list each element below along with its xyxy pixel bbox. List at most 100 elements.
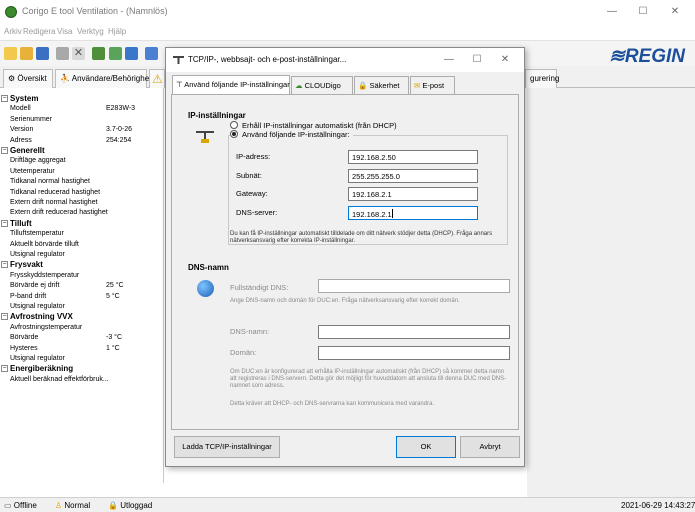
tree-label: Frysskyddstemperatur xyxy=(10,271,80,279)
dns-server-label: DNS-server: xyxy=(236,208,278,217)
tree-label: Serienummer xyxy=(10,115,53,123)
menu-hjalp[interactable]: Hjälp xyxy=(108,27,126,36)
radio-dhcp[interactable]: Erhåll IP-inställningar automatiskt (frå… xyxy=(230,121,397,130)
menu-arkiv[interactable]: Arkiv xyxy=(4,27,22,36)
tree-label: Generellt xyxy=(10,146,45,155)
corigo-app-icon xyxy=(5,6,17,18)
ok-button[interactable]: OK xyxy=(396,436,456,458)
collapse-icon[interactable]: − xyxy=(1,261,8,269)
dialog-maximize-button[interactable]: ☐ xyxy=(464,52,490,68)
connect-icon[interactable] xyxy=(92,47,105,60)
warning-icon[interactable]: ⚠ xyxy=(149,69,165,88)
menu-verktyg[interactable]: Verktyg xyxy=(77,27,104,36)
tree-label: Avfrostningstemperatur xyxy=(10,323,83,331)
users-icon: ⛹ xyxy=(60,74,72,83)
gateway-input[interactable]: 192.168.2.1 xyxy=(348,187,478,201)
subnet-input[interactable]: 255.255.255.0 xyxy=(348,169,478,183)
tab-ip-settings[interactable]: ⊤ Använd följande IP-inställningar xyxy=(172,75,290,95)
minimize-button[interactable]: — xyxy=(599,4,625,20)
download-icon[interactable] xyxy=(109,47,122,60)
app-title: Corigo E tool Ventilation - (Namnlös) xyxy=(22,6,168,16)
tree-label: Börvärde xyxy=(10,334,39,342)
menu-visa[interactable]: Visa xyxy=(57,27,72,36)
collapse-icon[interactable]: − xyxy=(1,147,8,154)
tree-label: Aktuellt börvärde tilluft xyxy=(10,240,79,248)
radio-static-button[interactable] xyxy=(230,130,238,138)
tab-oversikt[interactable]: ⚙ Översikt xyxy=(3,69,53,88)
globe-icon xyxy=(197,280,214,297)
tcpip-dialog: TCP/IP-, webbsajt- och e-post-inställnin… xyxy=(165,47,525,467)
collapse-icon[interactable]: − xyxy=(1,95,8,102)
tree-label: Aktuell beräknad effektförbruk... xyxy=(10,375,109,383)
tree-label: Utsignal regulator xyxy=(10,303,65,310)
tab-konfigurering[interactable]: gurering xyxy=(525,69,559,88)
requirement-info-text: Detta kräver att DHCP- och DNS-servrarna… xyxy=(230,401,435,407)
regin-logo: ≋REGIN xyxy=(608,46,685,67)
network-icon xyxy=(173,56,184,64)
ip-address-input[interactable]: 192.168.2.50 xyxy=(348,150,478,164)
cut-icon[interactable]: ✕ xyxy=(72,47,85,60)
tree-value: 254:254 xyxy=(106,136,132,144)
transfer-icon[interactable] xyxy=(125,47,138,60)
save-icon[interactable] xyxy=(36,47,49,60)
gateway-label: Gateway: xyxy=(236,189,268,198)
tree-label: Utsignal regulator xyxy=(10,355,65,362)
radio-static[interactable]: Använd följande IP-inställningar: xyxy=(230,130,353,139)
login-status: 🔒 Utloggad xyxy=(108,501,153,510)
collapse-icon[interactable]: − xyxy=(1,365,8,373)
tree-label: Börvärde ej drift xyxy=(10,282,60,290)
cloud-icon: ☁ xyxy=(295,81,305,90)
tree-label: Energiberäkning xyxy=(10,364,74,374)
tree-label: Driftläge aggregat xyxy=(10,157,66,165)
menubar: Arkiv Redigera Visa Verktyg Hjälp xyxy=(0,24,695,40)
tree-label: Frysvakt xyxy=(10,260,43,270)
load-tcpip-button[interactable]: Ladda TCP/IP-inställningar xyxy=(174,436,280,458)
collapse-icon[interactable]: − xyxy=(1,313,8,321)
person-icon: ♙ xyxy=(55,501,63,510)
tree-value: 5 °C xyxy=(106,292,120,300)
network-tab-icon: ⊤ xyxy=(176,80,185,89)
maximize-button[interactable]: ☐ xyxy=(630,4,656,20)
radio-dhcp-button[interactable] xyxy=(230,121,238,129)
ip-settings-panel: IP-inställningar Erhåll IP-inställningar… xyxy=(171,94,519,430)
datetime: 2021-06-29 14:43:27 xyxy=(621,501,695,510)
lock-tab-icon: 🔒 xyxy=(358,81,370,90)
mode-status: ♙ Normal xyxy=(55,501,91,510)
ip-info-text: Du kan få IP-inställningar automatiskt t… xyxy=(230,231,493,244)
new-icon[interactable] xyxy=(4,47,17,60)
dns-name-input[interactable] xyxy=(318,325,510,339)
dialog-minimize-button[interactable]: — xyxy=(436,52,462,68)
display-icon[interactable] xyxy=(145,47,158,60)
open-folder-icon[interactable] xyxy=(20,47,33,60)
cancel-button[interactable]: Avbryt xyxy=(460,436,520,458)
content-area xyxy=(527,88,695,497)
close-button[interactable]: ✕ xyxy=(662,4,688,20)
dns-server-input[interactable]: 192.168.2.1 xyxy=(348,206,478,220)
collapse-icon[interactable]: − xyxy=(1,219,8,227)
tab-epost[interactable]: ✉ E-post xyxy=(410,76,455,94)
menu-redigera[interactable]: Redigera xyxy=(23,27,55,36)
fqdn-input[interactable] xyxy=(318,279,510,293)
network-settings-icon xyxy=(196,131,214,143)
status-bar: ▭ Offline ♙ Normal 🔒 Utloggad 2021-06-29… xyxy=(0,497,695,512)
tab-sakerhet[interactable]: 🔒 Säkerhet xyxy=(354,76,409,94)
dhcp-info-text: Om DUC:en är konfigurerad att erhålla IP… xyxy=(230,369,507,389)
domain-input[interactable] xyxy=(318,346,510,360)
print-icon[interactable] xyxy=(56,47,69,60)
tree-label: Utetemperatur xyxy=(10,167,55,175)
tab-anvandare[interactable]: ⛹ Användare/Behörighet xyxy=(55,69,151,88)
dns-section-title: DNS-namn xyxy=(188,263,229,272)
tab-cloudigo[interactable]: ☁ CLOUDigo xyxy=(291,76,353,94)
tree-label: System xyxy=(10,94,39,103)
tree-label: Utsignal regulator xyxy=(10,251,65,258)
offline-icon: ▭ xyxy=(4,501,12,510)
tree-label: Adress xyxy=(10,136,32,144)
tree-label: Tidkanal reducerad hastighet xyxy=(10,188,101,196)
fqdn-label: Fullständigt DNS: xyxy=(230,283,289,292)
dialog-close-button[interactable]: ✕ xyxy=(492,52,518,68)
dialog-titlebar: TCP/IP-, webbsajt- och e-post-inställnin… xyxy=(166,48,524,72)
tree-label: Tidkanal normal hastighet xyxy=(10,178,90,186)
tree-label: Tilluftstemperatur xyxy=(10,230,64,238)
app-titlebar: Corigo E tool Ventilation - (Namnlös) — … xyxy=(0,0,695,24)
ip-address-label: IP-adress: xyxy=(236,152,271,161)
